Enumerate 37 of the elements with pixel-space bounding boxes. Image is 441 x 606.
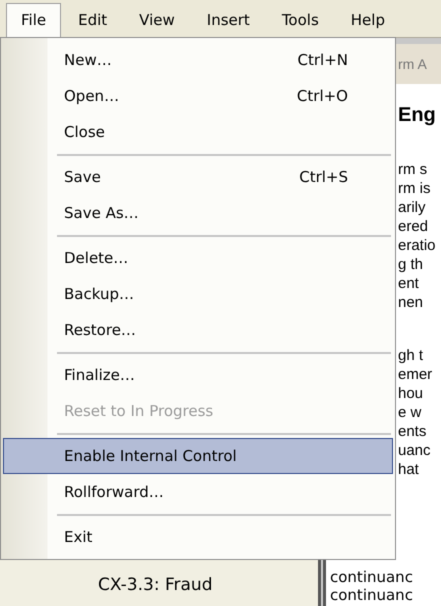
tree-item[interactable]: CX-3.3: Fraud — [98, 572, 318, 598]
menu-item[interactable]: Rollforward… — [3, 474, 393, 510]
document-text: emer — [398, 365, 434, 384]
document-text: hou — [398, 384, 424, 403]
menu-item[interactable]: Enable Internal Control — [3, 438, 393, 474]
document-text: ent — [398, 274, 420, 293]
menu-bar-item[interactable]: File — [6, 3, 62, 37]
menu-item[interactable]: New… Ctrl+N — [3, 42, 393, 78]
document-text: hat — [398, 460, 420, 479]
menu-item[interactable]: Finalize… — [3, 357, 393, 393]
menu-item[interactable]: Close — [3, 114, 393, 150]
menu-item[interactable]: Save As… — [3, 195, 393, 231]
menu-item[interactable]: Restore… — [3, 312, 393, 348]
document-text: rm s — [398, 160, 428, 179]
menu-item[interactable]: Backup… — [3, 276, 393, 312]
document-text: eratio — [398, 236, 437, 255]
document-text: uanc — [398, 441, 432, 460]
document-text: arily — [398, 198, 427, 217]
document-text: ents — [398, 422, 428, 441]
menu-bar-item[interactable]: View — [124, 3, 190, 37]
menu-bar-item[interactable]: Help — [336, 3, 400, 37]
menu-bar-item[interactable]: Tools — [266, 3, 334, 37]
menu-item[interactable]: Exit — [3, 519, 393, 555]
document-text: ered — [398, 217, 430, 236]
document-text: continuanc — [330, 586, 414, 604]
document-text: gh t — [398, 346, 424, 365]
menu-bar-item[interactable]: Insert — [192, 3, 265, 37]
document-text: e w — [398, 403, 422, 422]
menu-item[interactable]: Open… Ctrl+O — [3, 78, 393, 114]
document-text: continuanc — [330, 568, 414, 586]
menu-item[interactable]: Delete… — [3, 240, 393, 276]
document-heading: Eng — [398, 103, 437, 128]
document-text: nen — [398, 293, 424, 312]
document-text: rm is — [398, 179, 432, 198]
document-text: g th — [398, 255, 424, 274]
menu-item[interactable]: Save Ctrl+S — [3, 159, 393, 195]
menu-bar-item[interactable]: Edit — [63, 3, 122, 37]
